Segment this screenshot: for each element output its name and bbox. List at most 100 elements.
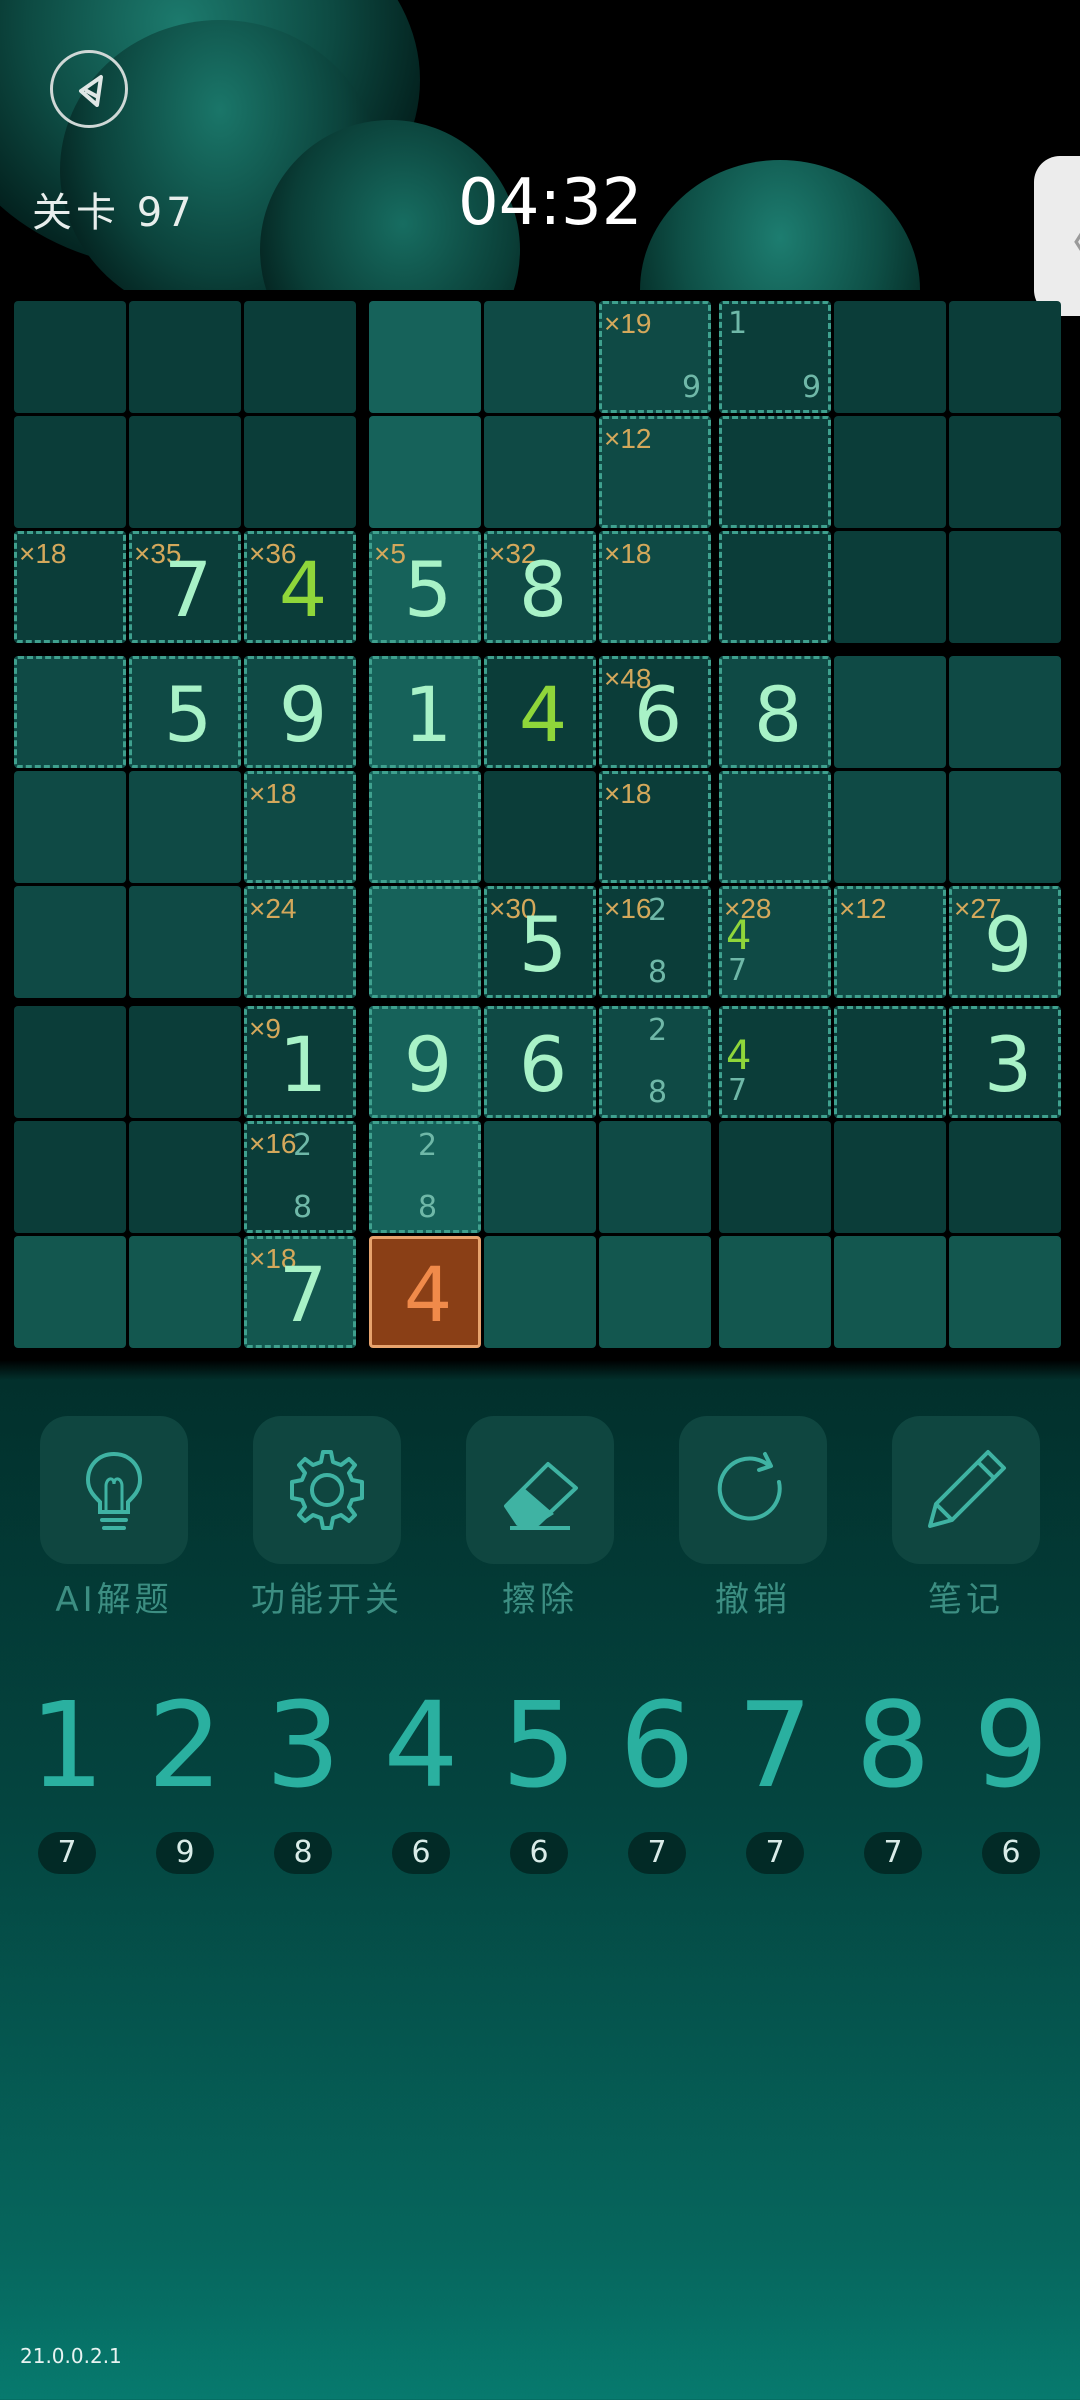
board-cell[interactable]: 3 [949,1006,1061,1118]
board-cell[interactable]: ×18 [599,531,711,643]
board-cell[interactable]: ×28 4 7 [719,886,831,998]
board-cell[interactable] [14,656,126,768]
number-pad-key[interactable]: 6 [602,1680,712,1810]
board-cell[interactable]: 4 [484,656,596,768]
board-cell[interactable]: 5 [129,656,241,768]
board-cell[interactable] [369,416,481,528]
board-cell[interactable] [484,1236,596,1348]
board-cell[interactable] [14,1236,126,1348]
board-cell[interactable] [719,771,831,883]
notes-button[interactable] [892,1416,1040,1564]
number-pad-key[interactable]: 2 [130,1680,240,1810]
board-cell[interactable] [484,1121,596,1233]
board-cell[interactable]: ×32 8 [484,531,596,643]
board-cell[interactable] [949,1236,1061,1348]
board-cell[interactable] [14,1006,126,1118]
board-cell[interactable]: ×36 4 [244,531,356,643]
number-pad-key[interactable]: 5 [484,1680,594,1810]
board-cell[interactable] [834,301,946,413]
board-cell[interactable] [129,771,241,883]
board-cell[interactable]: 47 [719,1006,831,1118]
board-cell[interactable] [369,301,481,413]
board-cell[interactable] [719,531,831,643]
board-cell[interactable] [834,1006,946,1118]
board-cell[interactable]: 28 [599,1006,711,1118]
board-cell[interactable]: ×18 7 [244,1236,356,1348]
board-cell[interactable] [719,1236,831,1348]
board-cell[interactable] [834,656,946,768]
board-cell[interactable] [834,771,946,883]
board-cell[interactable]: ×12 [834,886,946,998]
board-cell[interactable]: 4 [369,1236,481,1348]
board-cell[interactable] [834,416,946,528]
board-cell[interactable]: 28 [369,1121,481,1233]
board-cell[interactable] [834,1236,946,1348]
pencil-note: 2 [293,1128,313,1163]
board-cell[interactable]: ×30 5 [484,886,596,998]
board-cell[interactable]: ×24 [244,886,356,998]
board-cell[interactable]: ×12 [599,416,711,528]
number-pad-key[interactable]: 4 [366,1680,476,1810]
board-cell[interactable]: 1 [369,656,481,768]
board-cell[interactable] [949,531,1061,643]
board-cell[interactable] [484,301,596,413]
board-cell[interactable] [244,416,356,528]
board-cell[interactable] [14,1121,126,1233]
board-cell[interactable] [369,886,481,998]
board-cell[interactable] [834,531,946,643]
side-drawer-handle[interactable]: 〈 [1034,156,1080,316]
board-cell[interactable]: ×18 [599,771,711,883]
board-cell[interactable]: 9 [244,656,356,768]
board-cell[interactable]: ×48 6 [599,656,711,768]
board-cell[interactable] [599,1121,711,1233]
board-cell[interactable] [949,771,1061,883]
board-cell[interactable] [369,771,481,883]
board-cell[interactable] [129,1006,241,1118]
back-button[interactable] [50,50,128,128]
feature-toggle-button[interactable] [253,1416,401,1564]
board-cell[interactable] [14,771,126,883]
board-cell[interactable] [129,1236,241,1348]
board-cell[interactable] [949,301,1061,413]
board-cell[interactable] [949,416,1061,528]
number-pad-key[interactable]: 8 [838,1680,948,1810]
board-cell[interactable]: 6 [484,1006,596,1118]
board-cell[interactable]: ×9 1 [244,1006,356,1118]
board-cell[interactable] [484,416,596,528]
board-cell[interactable] [949,656,1061,768]
number-pad-key[interactable]: 3 [248,1680,358,1810]
board-cell[interactable] [244,301,356,413]
number-pad-key[interactable]: 1 [12,1680,122,1810]
erase-button[interactable] [466,1416,614,1564]
board-cell[interactable]: ×27 9 [949,886,1061,998]
board-cell[interactable] [599,1236,711,1348]
board-cell[interactable]: 19 [719,301,831,413]
board-cell[interactable] [949,1121,1061,1233]
board-cell[interactable] [129,886,241,998]
number-pad-key[interactable]: 7 [720,1680,830,1810]
board-cell[interactable]: ×16 2 8 [244,1121,356,1233]
board-cell[interactable] [14,301,126,413]
board-cell[interactable]: ×5 5 [369,531,481,643]
board-cell[interactable] [719,1121,831,1233]
sudoku-board: ×19 9 1 9 ×12 ×18 ×35 7 ×36 4 ×5 5 ×32 8 ×18 5 9 1 4 ×48 6 8 ×… [14,301,1066,1353]
ai-solve-button[interactable] [40,1416,188,1564]
board-cell[interactable]: ×19 9 [599,301,711,413]
back-arrow-icon [79,75,103,107]
board-cell[interactable]: 9 [369,1006,481,1118]
number-pad-key[interactable]: 9 [956,1680,1066,1810]
board-cell[interactable]: 8 [719,656,831,768]
board-cell[interactable]: ×35 7 [129,531,241,643]
undo-button[interactable] [679,1416,827,1564]
board-cell[interactable]: ×18 [244,771,356,883]
board-cell[interactable] [129,1121,241,1233]
board-cell[interactable]: ×18 [14,531,126,643]
board-cell[interactable] [14,416,126,528]
board-cell[interactable] [484,771,596,883]
board-cell[interactable] [129,416,241,528]
board-cell[interactable] [834,1121,946,1233]
board-cell[interactable] [14,886,126,998]
board-cell[interactable] [719,416,831,528]
board-cell[interactable] [129,301,241,413]
board-cell[interactable]: ×16 2 8 [599,886,711,998]
